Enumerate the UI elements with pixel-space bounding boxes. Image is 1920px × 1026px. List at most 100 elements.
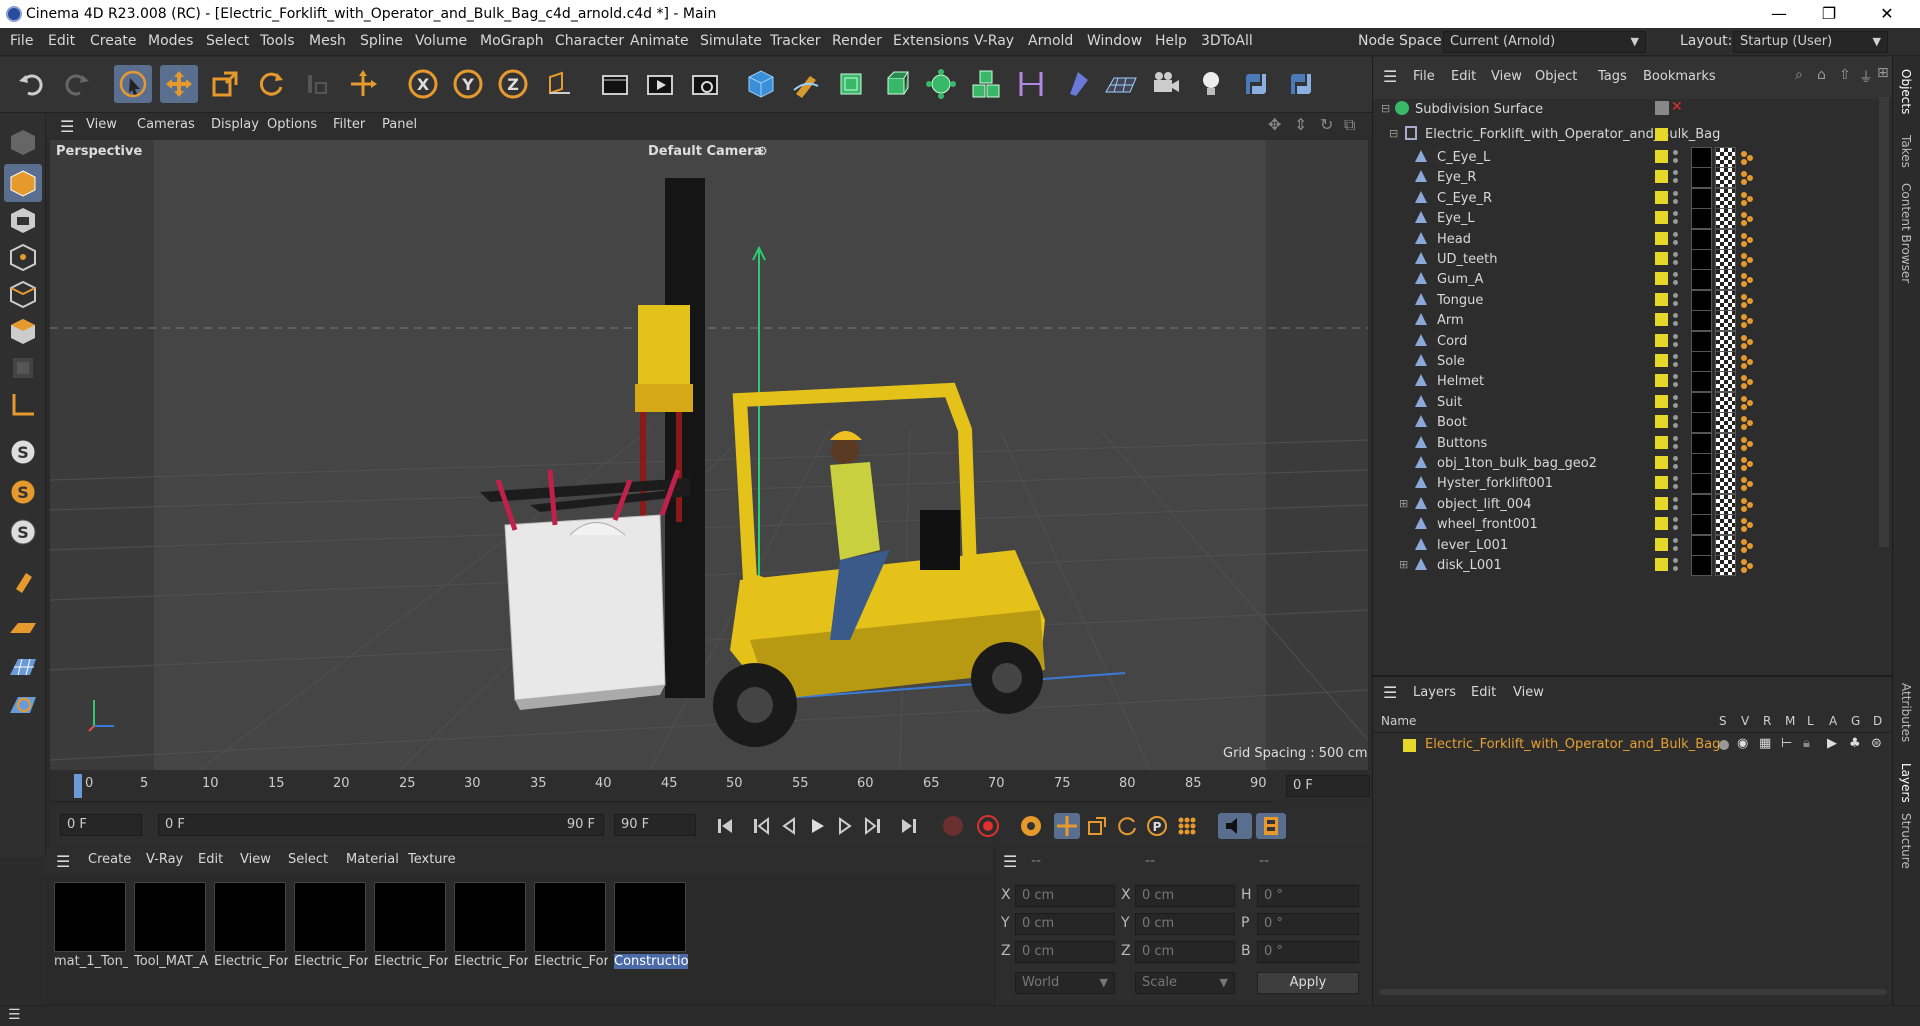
object-row[interactable]: Eye_R xyxy=(1373,167,1878,189)
menu-select[interactable]: Select xyxy=(206,33,249,49)
menu-character[interactable]: Character xyxy=(555,33,624,49)
object-row[interactable]: Cord xyxy=(1373,330,1878,352)
texture-tag-icon[interactable] xyxy=(1715,289,1736,311)
recent-tool-icon[interactable] xyxy=(298,65,336,103)
object-row[interactable]: Buttons xyxy=(1373,432,1878,454)
arnold-tag-icon[interactable] xyxy=(1739,231,1755,247)
key-scale-icon[interactable] xyxy=(1084,813,1110,839)
menu-3dtoall[interactable]: 3DToAll xyxy=(1201,33,1253,49)
magnet-icon[interactable] xyxy=(4,563,42,601)
render-icon[interactable] xyxy=(641,65,679,103)
tab-layers[interactable]: Layers xyxy=(1899,763,1913,803)
camera-icon[interactable]: ⚙ xyxy=(757,144,768,158)
tab-objects[interactable]: Objects xyxy=(1899,69,1913,114)
arnold-tag-icon[interactable] xyxy=(1739,333,1755,349)
manager-icon[interactable]: ⊢ xyxy=(1781,736,1792,751)
next-frame-icon[interactable] xyxy=(832,813,858,839)
editor-visibility-dot[interactable] xyxy=(1673,456,1678,461)
floor-icon[interactable] xyxy=(1102,65,1140,103)
material-tag-icon[interactable] xyxy=(1691,412,1712,434)
pos-y-field[interactable]: 0 cm xyxy=(1015,913,1115,935)
cube-icon[interactable] xyxy=(742,65,780,103)
python-script-icon[interactable] xyxy=(1282,65,1320,103)
key-position-icon[interactable] xyxy=(1054,813,1080,839)
deformer-icon[interactable] xyxy=(1012,65,1050,103)
render-settings-icon[interactable] xyxy=(686,65,724,103)
menu-animate[interactable]: Animate xyxy=(630,33,689,49)
material-tag-icon[interactable] xyxy=(1691,371,1712,393)
render-visibility-dot[interactable] xyxy=(1673,464,1678,469)
layer-menu-view[interactable]: View xyxy=(1513,685,1544,700)
layer-color-swatch[interactable] xyxy=(1655,394,1668,408)
cloner-icon[interactable] xyxy=(922,65,960,103)
search-icon[interactable]: ⌕ xyxy=(1795,67,1803,83)
object-row[interactable]: Arm xyxy=(1373,310,1878,332)
menu-help[interactable]: Help xyxy=(1155,33,1187,49)
object-row[interactable]: Eye_L xyxy=(1373,208,1878,230)
render-visibility-dot[interactable] xyxy=(1673,566,1678,571)
material-tag-icon[interactable] xyxy=(1691,167,1712,189)
texture-tag-icon[interactable] xyxy=(1715,310,1736,332)
material-tag-icon[interactable] xyxy=(1691,391,1712,413)
size-z-field[interactable]: 0 cm xyxy=(1135,941,1235,963)
layer-color-swatch[interactable] xyxy=(1655,252,1668,265)
arnold-tag-icon[interactable] xyxy=(1739,455,1755,471)
material-swatch[interactable]: Electric_Forl xyxy=(214,882,288,976)
texture-tag-icon[interactable] xyxy=(1715,208,1736,230)
layer-color-swatch[interactable] xyxy=(1655,558,1668,571)
key-rotation-icon[interactable] xyxy=(1114,813,1140,839)
render-visibility-dot[interactable] xyxy=(1673,198,1678,204)
render-visibility-dot[interactable] xyxy=(1673,504,1678,510)
transform-icon[interactable] xyxy=(344,65,382,103)
locked-workplane-icon[interactable] xyxy=(4,685,42,723)
layer-row[interactable]: Electric_Forklift_with_Operator_and_Bulk… xyxy=(1373,735,1893,757)
material-swatch[interactable]: Electric_Forl xyxy=(374,882,448,976)
sound-icon[interactable] xyxy=(1218,813,1252,839)
menu-tools[interactable]: Tools xyxy=(260,33,295,49)
object-row[interactable]: C_Eye_R xyxy=(1373,187,1878,209)
enable-check-icon[interactable] xyxy=(1655,101,1669,115)
render-clapper-icon[interactable]: ▦ xyxy=(1759,736,1771,751)
editor-visibility-dot[interactable] xyxy=(1673,292,1678,298)
apply-button[interactable]: Apply xyxy=(1257,972,1359,994)
vp-menu-options[interactable]: Options xyxy=(267,117,317,132)
collapse-icon[interactable]: ⊟ xyxy=(1389,127,1398,140)
arnold-tag-icon[interactable] xyxy=(1739,516,1755,533)
menu-simulate[interactable]: Simulate xyxy=(700,33,762,49)
layer-menu-layers[interactable]: Layers xyxy=(1413,685,1456,700)
filter-icon[interactable]: ⏚ xyxy=(1859,67,1873,87)
minimize-button[interactable]: — xyxy=(1756,0,1802,28)
vp-menu-panel[interactable]: Panel xyxy=(382,117,417,132)
material-tag-icon[interactable] xyxy=(1691,147,1712,168)
object-row[interactable]: C_Eye_L xyxy=(1373,147,1878,168)
subdivision-icon[interactable] xyxy=(832,65,870,103)
current-frame-field[interactable]: 0 F xyxy=(1286,775,1370,797)
menu-window[interactable]: Window xyxy=(1087,33,1142,49)
arnold-tag-icon[interactable] xyxy=(1739,271,1755,288)
material-tag-icon[interactable] xyxy=(1691,187,1712,209)
material-tag-icon[interactable] xyxy=(1691,514,1712,536)
snap-s-icon[interactable]: S xyxy=(4,433,42,471)
node-space-dropdown[interactable]: Current (Arnold) ▼ xyxy=(1443,31,1646,53)
texture-tag-icon[interactable] xyxy=(1715,187,1736,209)
object-row[interactable]: Hyster_forklift001 xyxy=(1373,473,1878,495)
uv-mode-icon[interactable] xyxy=(4,349,42,387)
model-mode-icon[interactable] xyxy=(4,164,42,202)
texture-tag-icon[interactable] xyxy=(1715,473,1736,495)
scale-icon[interactable] xyxy=(206,65,244,103)
object-row[interactable]: ⊞ object_lift_004 xyxy=(1373,493,1878,515)
arnold-tag-icon[interactable] xyxy=(1739,149,1755,165)
editor-visibility-dot[interactable] xyxy=(1673,231,1678,237)
obj-menu-view[interactable]: View xyxy=(1491,69,1522,84)
render-visibility-dot[interactable] xyxy=(1673,239,1678,245)
texture-tag-icon[interactable] xyxy=(1715,147,1736,168)
collapse-icon[interactable]: ⊟ xyxy=(1381,102,1390,115)
up-icon[interactable]: ⇧ xyxy=(1839,67,1851,83)
deformer-icon[interactable]: ⊜ xyxy=(1871,736,1882,751)
material-tag-icon[interactable] xyxy=(1691,289,1712,311)
vp-menu-cameras[interactable]: Cameras xyxy=(137,117,195,132)
texture-tag-icon[interactable] xyxy=(1715,514,1736,536)
arnold-tag-icon[interactable] xyxy=(1739,435,1755,451)
texture-tag-icon[interactable] xyxy=(1715,371,1736,393)
rot-b-field[interactable]: 0 ° xyxy=(1257,941,1359,963)
